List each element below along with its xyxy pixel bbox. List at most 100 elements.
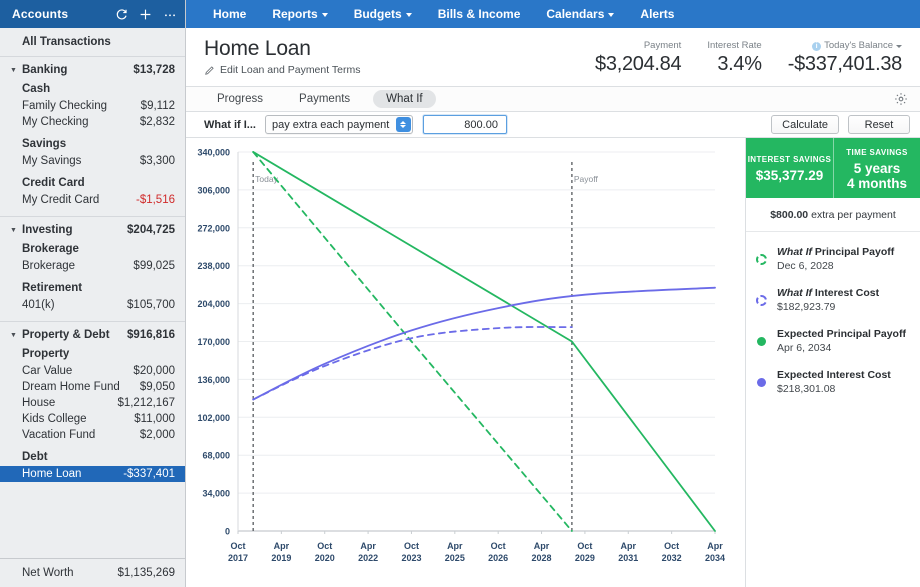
x-tick-label: 2017: [228, 553, 248, 563]
sidebar-item-car-value[interactable]: Car Value $20,000: [0, 363, 185, 379]
x-tick-label: 2023: [401, 553, 421, 563]
account-amount: $20,000: [133, 365, 175, 377]
edit-loan-terms-link[interactable]: Edit Loan and Payment Terms: [204, 64, 360, 76]
sidebar-group-banking[interactable]: ▼ Banking $13,728: [0, 60, 185, 80]
gear-icon[interactable]: [892, 90, 910, 108]
chevron-down-icon[interactable]: ▼: [8, 67, 19, 74]
loan-stats: Payment $3,204.84 Interest Rate 3.4% i Today'…: [569, 36, 902, 76]
pencil-icon: [204, 65, 215, 76]
calculate-button[interactable]: Calculate: [771, 115, 839, 134]
x-tick-label: Apr: [274, 541, 290, 551]
y-tick-label: 136,000: [197, 375, 230, 385]
sidebar-item-my-checking[interactable]: My Checking $2,832: [0, 114, 185, 130]
account-amount: -$337,401: [123, 468, 175, 480]
loan-header: Home Loan Edit Loan and Payment Terms Pa…: [186, 28, 920, 86]
x-tick-label: 2028: [532, 553, 552, 563]
x-tick-label: 2020: [315, 553, 335, 563]
group-amount: $916,816: [127, 329, 175, 341]
account-amount: $2,832: [139, 116, 175, 128]
legend-text: Expected Principal Payoff Apr 6, 2034: [777, 328, 906, 355]
plus-icon[interactable]: [138, 7, 153, 22]
sidebar-item-brokerage[interactable]: Brokerage $99,025: [0, 258, 185, 274]
y-tick-label: 0: [225, 527, 230, 537]
nav-item-bills-income[interactable]: Bills & Income: [425, 0, 534, 28]
extra-per-payment-note: $800.00 extra per payment: [746, 198, 920, 232]
legend-item: Expected Interest Cost $218,301.08: [756, 369, 910, 396]
nav-item-alerts[interactable]: Alerts: [627, 0, 687, 28]
info-icon[interactable]: i: [812, 41, 822, 51]
account-amount: $2,000: [139, 429, 175, 441]
legend-sub: Dec 6, 2028: [777, 260, 834, 272]
sidebar-subgroup-savings: Savings: [22, 138, 67, 150]
interest-savings-value: $35,377.29: [755, 168, 824, 183]
x-tick-label: 2022: [358, 553, 378, 563]
stat-label-text: Today's Balance: [824, 40, 893, 51]
account-amount: -$1,516: [135, 194, 175, 206]
nav-item-budgets[interactable]: Budgets: [341, 0, 425, 28]
legend-marker-dot-blue: [756, 377, 768, 389]
nav-item-home[interactable]: Home: [200, 0, 259, 28]
chevron-down-icon[interactable]: ▼: [8, 332, 19, 339]
account-label: Kids College: [22, 413, 87, 425]
sidebar-item-home-loan[interactable]: Home Loan -$337,401: [0, 466, 185, 482]
sidebar-group-investing[interactable]: ▼ Investing $204,725: [0, 220, 185, 240]
legend-text: What If Principal Payoff Dec 6, 2028: [777, 246, 894, 273]
sidebar-item-401-k[interactable]: 401(k) $105,700: [0, 297, 185, 313]
x-tick-label: Apr: [534, 541, 550, 551]
net-worth-label: Net Worth: [22, 567, 74, 579]
select-stepper-icon[interactable]: [395, 117, 411, 132]
account-label: Car Value: [22, 365, 73, 377]
ellipsis-icon[interactable]: [162, 7, 177, 22]
legend-sub: $218,301.08: [777, 383, 836, 395]
savings-summary: INTEREST SAVINGS $35,377.29 TIME SAVINGS…: [746, 138, 920, 198]
stat-label-text: Interest Rate: [707, 40, 762, 51]
account-label: Brokerage: [22, 260, 76, 272]
sidebar-item-dream-home-fund[interactable]: Dream Home Fund $9,050: [0, 379, 185, 395]
nav-item-label: Home: [213, 7, 247, 21]
sidebar-item-all-transactions[interactable]: All Transactions: [0, 31, 185, 53]
nav-item-reports[interactable]: Reports: [259, 0, 340, 28]
tab-payments[interactable]: Payments: [286, 90, 363, 108]
nav-item-label: Budgets: [353, 7, 402, 21]
legend-item: Expected Principal Payoff Apr 6, 2034: [756, 328, 910, 355]
legend-marker-dot-green: [756, 336, 768, 348]
sidebar-subgroup-brokerage: Brokerage: [22, 243, 79, 255]
sidebar-group-property-debt[interactable]: ▼ Property & Debt $916,816: [0, 325, 185, 345]
sidebar-item-my-credit-card[interactable]: My Credit Card -$1,516: [0, 192, 185, 208]
y-tick-label: 204,000: [197, 299, 230, 309]
time-savings-value: 5 years 4 months: [847, 161, 907, 191]
sidebar-divider: [0, 216, 185, 217]
chevron-down-icon[interactable]: ▼: [8, 227, 19, 234]
sidebar-item-kids-college[interactable]: Kids College $11,000: [0, 411, 185, 427]
what-if-scenario-select[interactable]: pay extra each payment: [264, 115, 413, 134]
extra-payment-input[interactable]: 800.00: [422, 115, 507, 134]
time-savings-months: 4 months: [846, 175, 907, 191]
tab-what-if[interactable]: What If: [373, 90, 436, 108]
tab-progress[interactable]: Progress: [204, 90, 276, 108]
sidebar-subgroup-cash: Cash: [22, 83, 51, 95]
top-navigation[interactable]: Home Reports Budgets Bills & Income Calendar…: [186, 0, 920, 28]
tab-bar[interactable]: Progress Payments What If: [186, 86, 920, 112]
x-tick-label: 2025: [445, 553, 465, 563]
sidebar-account-list[interactable]: All Transactions ▼ Banking $13,728 Cash Famil…: [0, 28, 185, 558]
sidebar-item-family-checking[interactable]: Family Checking $9,112: [0, 98, 185, 114]
y-tick-label: 272,000: [197, 223, 230, 233]
stat-today-s-balance[interactable]: i Today's Balance -$337,401.38: [762, 40, 903, 76]
account-label: My Credit Card: [22, 194, 100, 206]
x-tick-label: 2031: [618, 553, 638, 563]
x-tick-label: Oct: [664, 541, 679, 551]
accounts-sidebar: Accounts All Transactions ▼ Banking $13,728…: [0, 0, 186, 587]
sidebar-item-house[interactable]: House $1,212,167: [0, 395, 185, 411]
chevron-down-icon: [405, 13, 412, 17]
stat-value: 3.4%: [717, 53, 762, 75]
account-label: My Savings: [22, 155, 82, 167]
reset-button[interactable]: Reset: [848, 115, 910, 134]
sidebar-item-vacation-fund[interactable]: Vacation Fund $2,000: [0, 427, 185, 443]
chevron-down-icon[interactable]: [896, 44, 902, 48]
nav-item-calendars[interactable]: Calendars: [533, 0, 627, 28]
sidebar-item-my-savings[interactable]: My Savings $3,300: [0, 153, 185, 169]
account-label: Family Checking: [22, 100, 107, 112]
refresh-icon[interactable]: [114, 7, 129, 22]
y-tick-label: 34,000: [202, 489, 230, 499]
